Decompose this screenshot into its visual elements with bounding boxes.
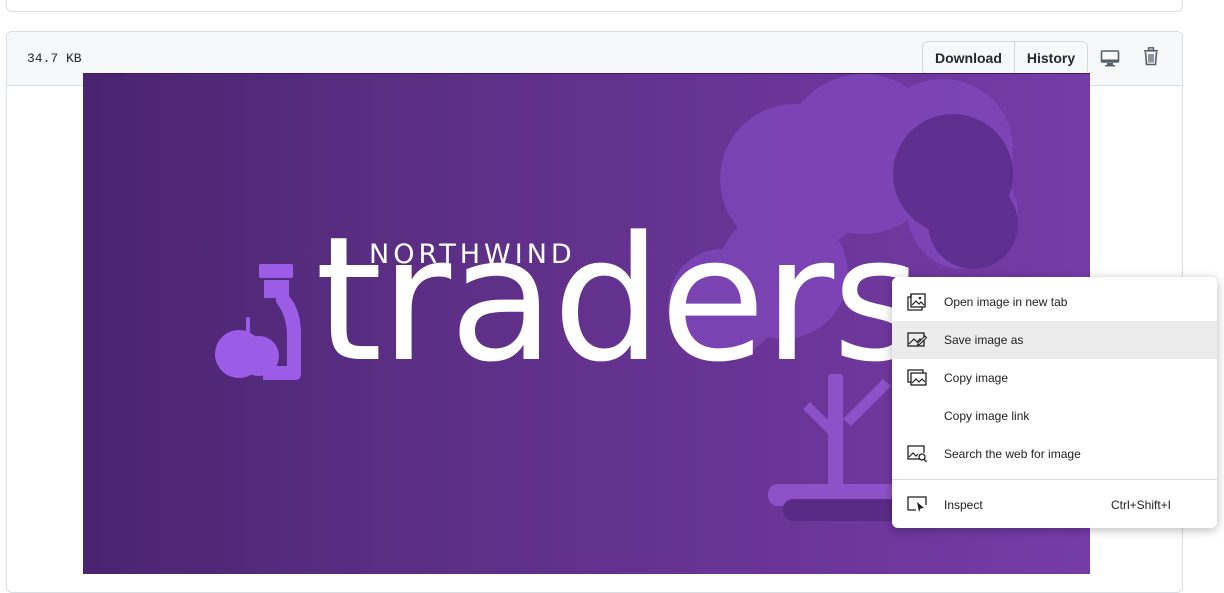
menu-item-copy-image[interactable]: Copy image — [892, 359, 1217, 397]
file-actions: Download History — [922, 41, 1089, 75]
menu-divider — [892, 479, 1217, 480]
save-image-icon — [907, 332, 927, 347]
menu-item-label: Save image as — [944, 333, 1024, 347]
context-menu: Open image in new tab Save image as Copy… — [892, 277, 1217, 528]
previous-panel — [6, 0, 1183, 12]
copy-image-icon — [907, 369, 927, 386]
history-button[interactable]: History — [1013, 42, 1088, 74]
menu-item-copy-image-link[interactable]: Copy image link — [892, 397, 1217, 435]
menu-item-save-image-as[interactable]: Save image as — [892, 321, 1217, 359]
trash-icon[interactable] — [1141, 46, 1161, 66]
open-image-icon — [907, 293, 926, 311]
menu-item-search-web-for-image[interactable]: Search the web for image — [892, 435, 1217, 473]
menu-item-label: Copy image link — [944, 409, 1030, 423]
menu-item-label: Search the web for image — [944, 447, 1081, 461]
menu-item-label: Inspect — [944, 498, 983, 512]
brand-traders: traders — [315, 199, 922, 400]
inspect-icon — [907, 496, 927, 512]
bottle-apple-icon — [215, 264, 301, 380]
menu-item-open-image-new-tab[interactable]: Open image in new tab — [892, 283, 1217, 321]
menu-item-label: Copy image — [944, 371, 1009, 385]
menu-item-label: Open image in new tab — [944, 295, 1068, 309]
desktop-icon[interactable] — [1100, 48, 1120, 68]
menu-item-inspect[interactable]: Inspect Ctrl+Shift+I — [892, 486, 1217, 524]
inspect-shortcut: Ctrl+Shift+I — [1110, 498, 1171, 512]
download-button[interactable]: Download — [923, 42, 1014, 74]
search-image-icon — [907, 445, 927, 463]
file-size: 34.7 KB — [27, 51, 82, 66]
